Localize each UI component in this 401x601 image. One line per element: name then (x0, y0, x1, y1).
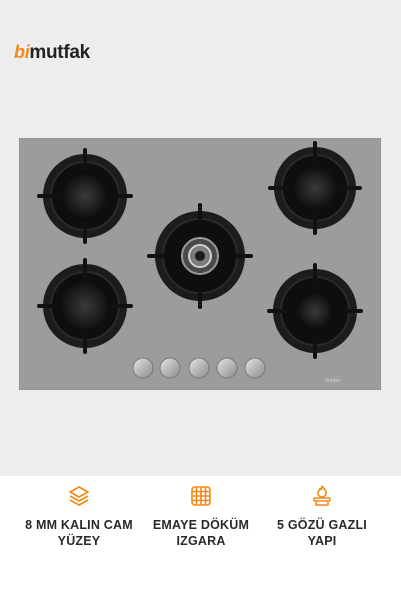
maker-mark: Simfer (325, 377, 341, 384)
feature-list: 8 MM KALIN CAM YÜZEY EMAYE DÖKÜM IZGARA (0, 476, 401, 601)
feature-label-line2: YÜZEY (57, 534, 101, 548)
feature-label-line1: EMAYE DÖKÜM (152, 518, 250, 532)
brand-logo-prefix: bi (14, 42, 30, 62)
feature-label-line2: IZGARA (176, 534, 226, 548)
gas-flame-icon (310, 484, 334, 508)
feature-label-line1: 5 GÖZÜ GAZLI (277, 518, 367, 532)
brand-logo-name: mutfak (29, 42, 90, 63)
feature-label-glass: 8 MM KALIN CAM YÜZEY (14, 517, 144, 549)
feature-label-line2: YAPI (307, 534, 337, 548)
brand-logo[interactable]: bi mutfak (14, 42, 90, 64)
gas-hob-image: Simfer (19, 138, 381, 390)
feature-label-line1: 8 MM KALIN CAM (25, 518, 133, 532)
layers-icon (67, 484, 91, 508)
feature-label-grid: EMAYE DÖKÜM IZGARA (136, 517, 266, 549)
grid-icon (189, 484, 213, 508)
gas-hob-illustration: Simfer (19, 138, 381, 390)
feature-label-gas: 5 GÖZÜ GAZLI YAPI (257, 517, 387, 549)
